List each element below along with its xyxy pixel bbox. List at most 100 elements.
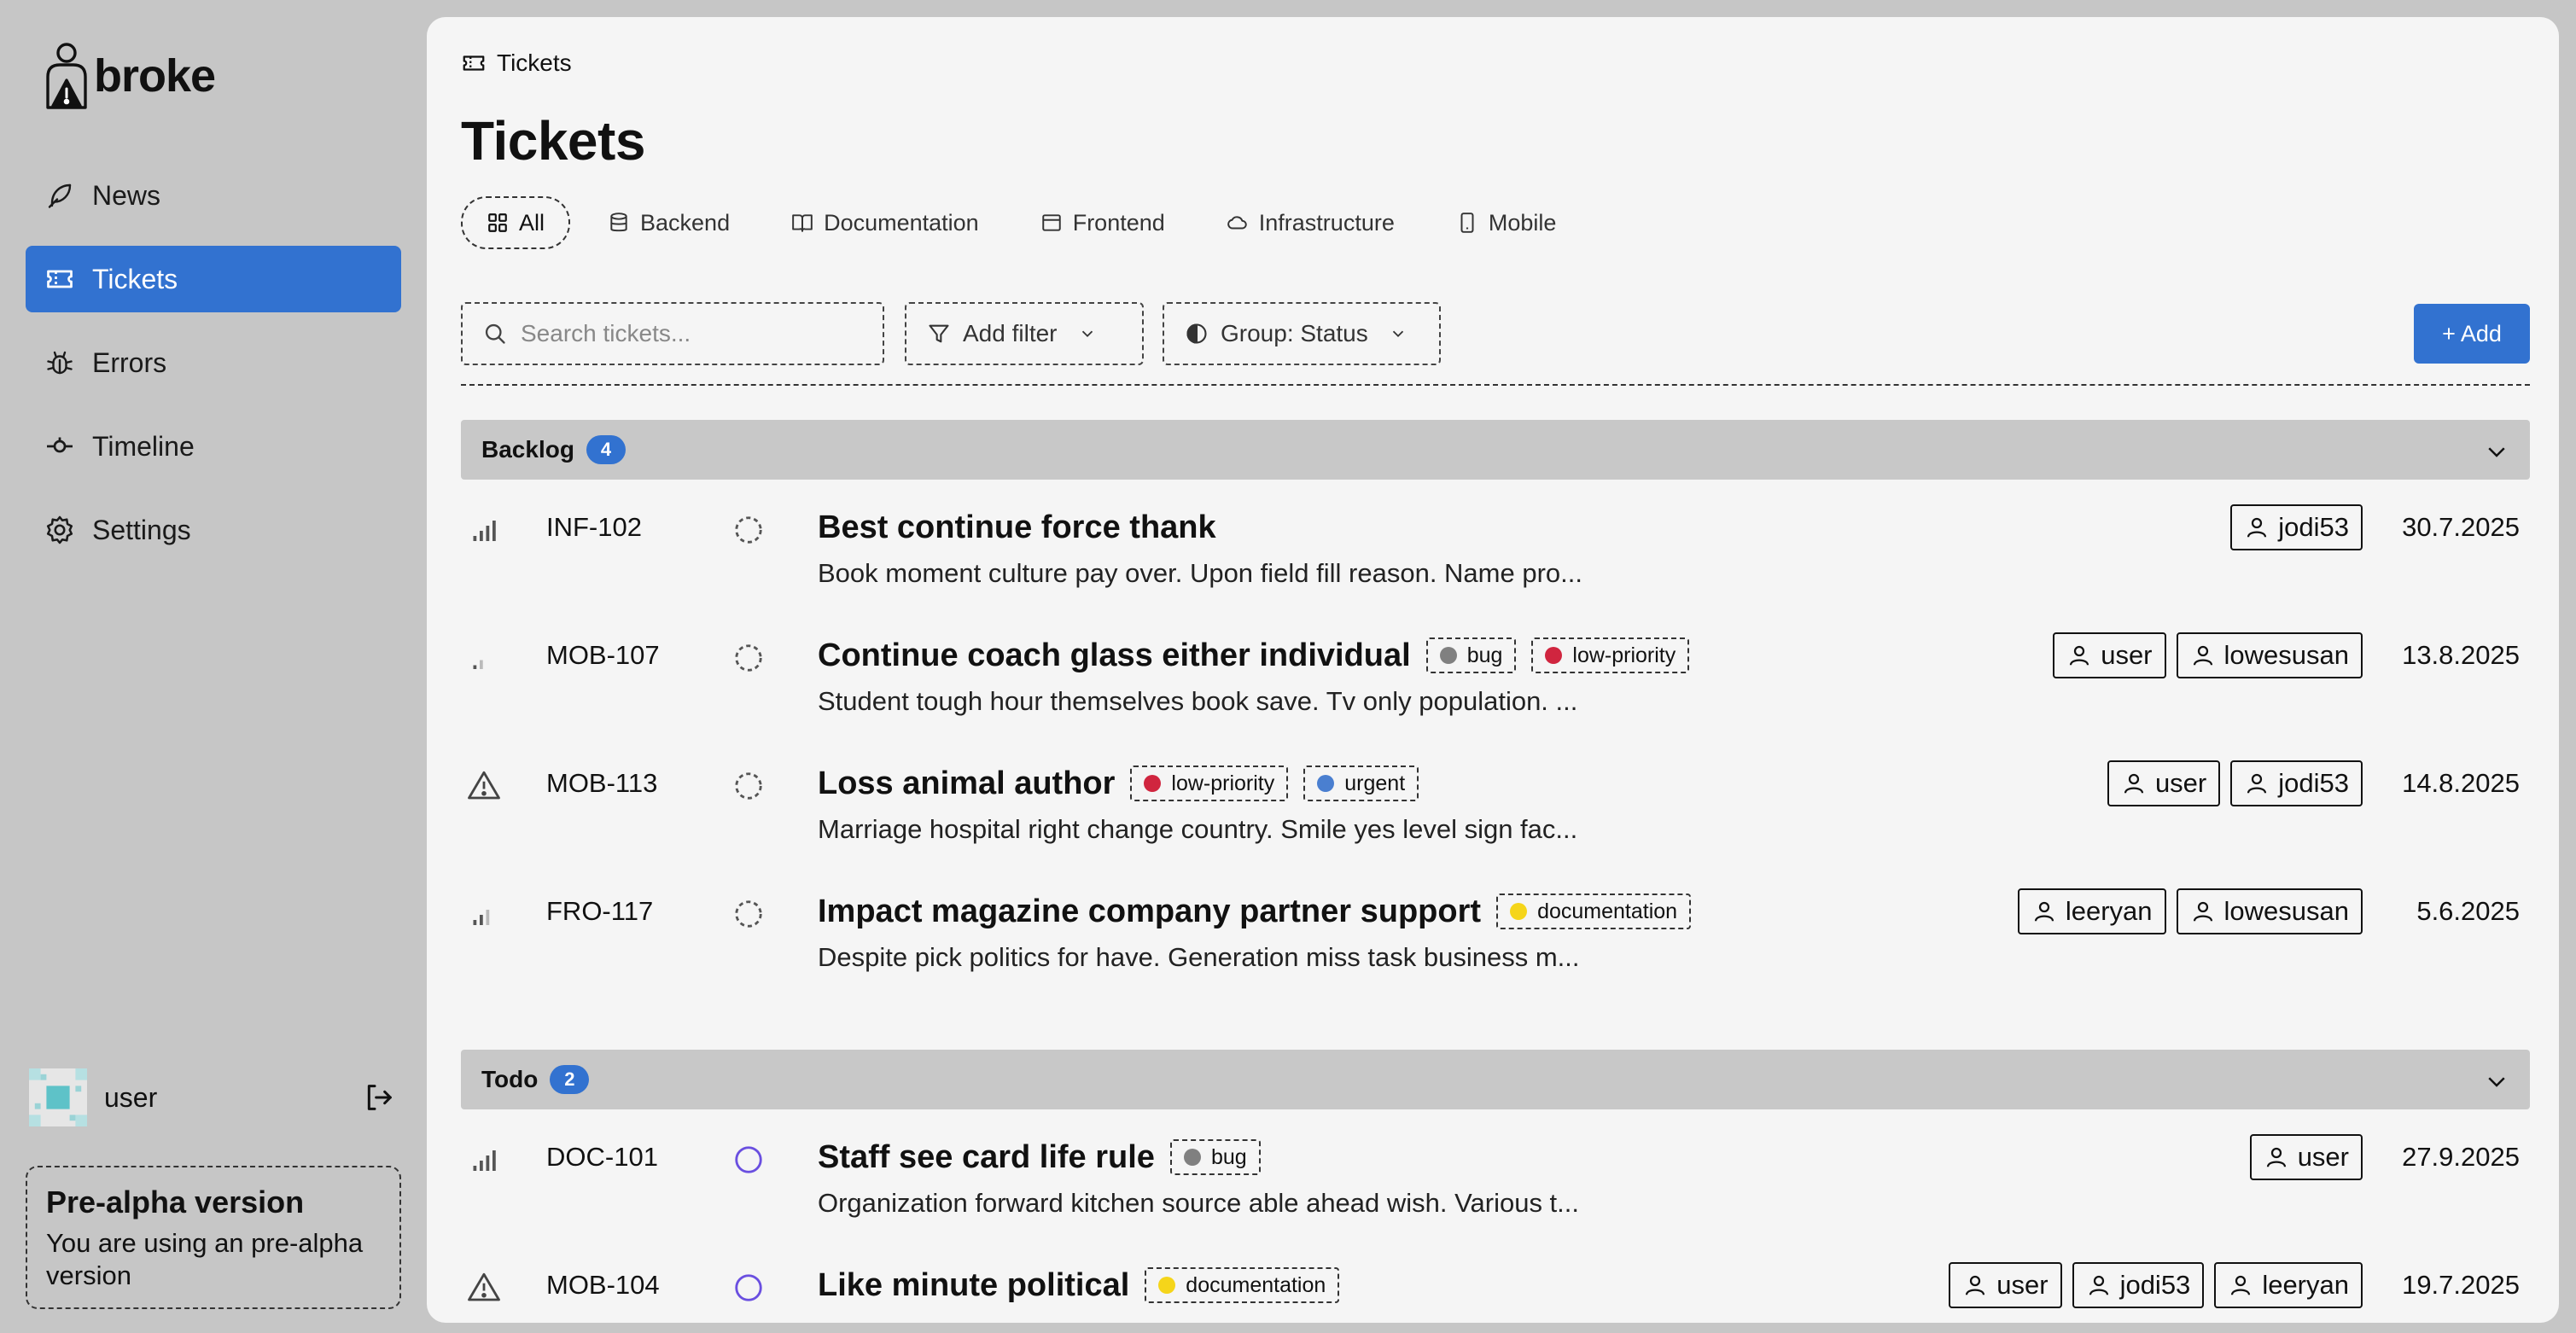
ticket-row[interactable]: FRO-117 Impact magazine company partner … — [461, 888, 2530, 1016]
assignee-chip[interactable]: jodi53 — [2072, 1262, 2205, 1308]
assignee-chip[interactable]: leeryan — [2017, 888, 2166, 934]
label-chip[interactable]: documentation — [1145, 1267, 1340, 1303]
chevron-down-icon[interactable] — [2484, 439, 2509, 464]
ticket-title[interactable]: Like minute political — [818, 1267, 1129, 1304]
status-backlog-icon[interactable] — [732, 770, 765, 802]
user-icon — [2034, 901, 2054, 922]
tab-mobile[interactable]: Mobile — [1432, 196, 1581, 249]
feather-icon — [48, 183, 72, 208]
assignee-chip[interactable]: lowesusan — [2176, 888, 2363, 934]
user-icon — [2247, 517, 2267, 538]
user-icon — [2070, 645, 2089, 666]
label-chip[interactable]: bug — [1169, 1139, 1261, 1175]
tab-infrastructure[interactable]: Infrastructure — [1203, 196, 1419, 249]
nav-item-news[interactable]: News — [26, 162, 401, 229]
status-backlog-icon[interactable] — [732, 642, 765, 674]
group-header-todo[interactable]: Todo 2 — [461, 1050, 2530, 1109]
ticket-id: MOB-104 — [546, 1270, 660, 1300]
priority-medium-icon — [473, 910, 490, 925]
group-header-backlog[interactable]: Backlog 4 — [461, 420, 2530, 480]
assignee-chip[interactable]: user — [2053, 632, 2166, 678]
tab-all[interactable]: All — [461, 196, 571, 249]
assignee-chip[interactable]: jodi53 — [2230, 504, 2363, 550]
chevron-down-icon — [1081, 330, 1093, 338]
add-ticket-button[interactable]: + Add — [2414, 304, 2530, 364]
ticket-title[interactable]: Continue coach glass either individual — [818, 637, 1411, 674]
ticket-id: DOC-101 — [546, 1142, 658, 1172]
label-chip[interactable]: low-priority — [1130, 765, 1289, 801]
label-color-dot — [1510, 903, 1528, 920]
group-by-dropdown[interactable]: Group: Status — [1163, 302, 1441, 365]
label-color-dot — [1317, 775, 1335, 792]
nav-item-settings[interactable]: Settings — [26, 497, 401, 563]
label-chip[interactable]: documentation — [1496, 894, 1692, 929]
label-chip[interactable]: bug — [1425, 637, 1517, 673]
label-name: documentation — [1186, 1272, 1326, 1297]
ticket-row[interactable]: INF-102 Best continue force thank Book m… — [461, 504, 2530, 632]
ticket-description: Student tough hour themselves book save.… — [818, 686, 1578, 716]
tab-documentation[interactable]: Documentation — [767, 196, 1003, 249]
page-title: Tickets — [461, 110, 645, 172]
priority-urgent-icon — [468, 771, 500, 800]
tab-label: Infrastructure — [1258, 209, 1395, 236]
label-name: low-priority — [1572, 643, 1676, 667]
nav-item-label: News — [92, 179, 161, 211]
assignee-chip[interactable]: jodi53 — [2230, 760, 2363, 806]
prealpha-notice: Pre-alpha version You are using an pre-a… — [26, 1166, 401, 1309]
label-chip[interactable]: low-priority — [1531, 637, 1690, 673]
ticket-title[interactable]: Staff see card life rule — [818, 1139, 1155, 1176]
assignee-name: leeryan — [2065, 896, 2153, 926]
breadcrumb[interactable]: Tickets — [461, 49, 572, 77]
assignee-chip[interactable]: user — [2249, 1134, 2363, 1180]
status-todo-icon[interactable] — [732, 1272, 765, 1304]
assignee-chip[interactable]: user — [2107, 760, 2221, 806]
label-name: documentation — [1537, 899, 1678, 923]
tab-frontend[interactable]: Frontend — [1017, 196, 1189, 249]
nav-item-label: Timeline — [92, 430, 195, 462]
ticket-title[interactable]: Impact magazine company partner support — [818, 894, 1481, 930]
status-backlog-icon[interactable] — [732, 514, 765, 546]
ticket-row[interactable]: MOB-104 Like minute political documentat… — [461, 1261, 2530, 1323]
add-filter-label: Add filter — [963, 320, 1058, 346]
category-tabs: All Backend Documentation Frontend Infra… — [461, 196, 1580, 249]
ticket-id: MOB-113 — [546, 768, 658, 798]
group-count-badge: 4 — [586, 435, 626, 464]
nav-item-errors[interactable]: Errors — [26, 329, 401, 396]
ticket-date: 27.9.2025 — [2402, 1142, 2520, 1172]
ticket-title[interactable]: Best continue force thank — [818, 509, 1216, 546]
add-filter-dropdown[interactable]: Add filter — [905, 302, 1144, 365]
book-open-icon — [792, 214, 813, 232]
search-input[interactable] — [521, 320, 862, 347]
ticket-date: 19.7.2025 — [2402, 1270, 2520, 1300]
bug-icon — [47, 351, 73, 375]
timeline-icon — [47, 437, 73, 453]
ticket-row[interactable]: MOB-113 Loss animal author low-priority … — [461, 760, 2530, 888]
assignee-chip[interactable]: user — [1949, 1262, 2062, 1308]
avatar[interactable] — [29, 1068, 87, 1126]
assignee-chip[interactable]: leeryan — [2214, 1262, 2363, 1308]
assignee-chip[interactable]: lowesusan — [2176, 632, 2363, 678]
tab-backend[interactable]: Backend — [584, 196, 754, 249]
brand-logo[interactable]: broke — [41, 38, 216, 114]
label-name: urgent — [1344, 771, 1406, 795]
browser-window-icon — [1041, 214, 1061, 231]
nav-item-tickets[interactable]: Tickets — [26, 246, 401, 312]
label-color-dot — [1158, 1277, 1176, 1294]
label-name: bug — [1466, 643, 1503, 667]
ticket-id: MOB-107 — [546, 640, 660, 670]
chevron-down-icon[interactable] — [2484, 1068, 2509, 1094]
database-icon — [610, 212, 627, 232]
ticket-icon — [47, 270, 73, 288]
label-chip[interactable]: urgent — [1303, 765, 1419, 801]
status-todo-icon[interactable] — [732, 1144, 765, 1176]
brand-name: broke — [94, 50, 216, 102]
ticket-row[interactable]: MOB-107 Continue coach glass either indi… — [461, 632, 2530, 760]
ticket-description: Book moment culture pay over. Upon field… — [818, 558, 1582, 588]
logout-icon[interactable] — [362, 1080, 396, 1115]
status-backlog-icon[interactable] — [732, 898, 765, 930]
ticket-row[interactable]: DOC-101 Staff see card life rule bug Org… — [461, 1133, 2530, 1261]
nav-item-timeline[interactable]: Timeline — [26, 413, 401, 480]
gear-icon — [46, 515, 73, 544]
group-name: Backlog — [481, 436, 574, 463]
ticket-title[interactable]: Loss animal author — [818, 765, 1115, 802]
